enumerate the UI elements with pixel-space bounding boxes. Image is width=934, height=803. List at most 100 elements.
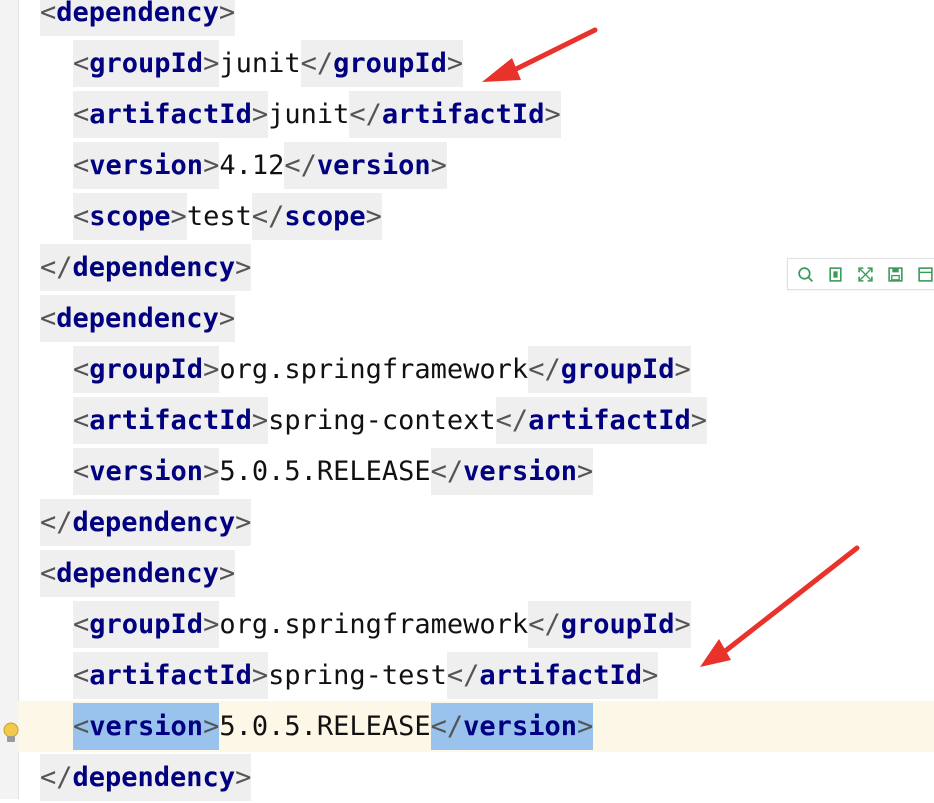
code-line[interactable]: <version>5.0.5.RELEASE</version> xyxy=(18,446,934,497)
toolbar-button-copy[interactable] xyxy=(822,262,848,286)
code-line[interactable]: <groupId>org.springframework</groupId> xyxy=(18,599,934,650)
toolbar-button-save[interactable] xyxy=(882,262,908,286)
code-line[interactable]: <artifactId>spring-test</artifactId> xyxy=(18,650,934,701)
code-line[interactable]: <groupId>org.springframework</groupId> xyxy=(18,344,934,395)
open-tag: <groupId> xyxy=(73,601,220,648)
tag-name: groupId xyxy=(333,48,447,79)
tag-name: artifactId xyxy=(479,660,642,691)
open-tag: <artifactId> xyxy=(73,91,269,138)
code-content: <artifactId>junit</artifactId> xyxy=(73,89,561,140)
code-line[interactable]: <artifactId>junit</artifactId> xyxy=(18,89,934,140)
code-content: <version>5.0.5.RELEASE</version> xyxy=(73,701,594,752)
close-tag: </artifactId> xyxy=(349,91,561,138)
tag-value: 4.12 xyxy=(219,150,285,181)
code-content: <groupId>org.springframework</groupId> xyxy=(73,344,691,395)
editor-gutter xyxy=(0,0,19,799)
tag-name: dependency xyxy=(56,303,219,334)
open-tag: <scope> xyxy=(73,193,187,240)
tag-name: dependency xyxy=(56,0,219,28)
tag-name: version xyxy=(463,711,577,742)
code-content: <version>4.12</version> xyxy=(73,140,447,191)
copy-icon xyxy=(827,266,844,283)
open-tag: <dependency> xyxy=(40,550,236,597)
lightbulb-icon[interactable] xyxy=(2,711,20,742)
tag-value: org.springframework xyxy=(219,609,529,640)
tag-value: 5.0.5.RELEASE xyxy=(219,711,431,742)
tag-value: 5.0.5.RELEASE xyxy=(219,456,431,487)
close-tag: </version> xyxy=(430,448,594,495)
code-content: <scope>test</scope> xyxy=(73,191,382,242)
tag-name: artifactId xyxy=(528,405,691,436)
open-tag: <version> xyxy=(73,142,220,189)
tag-value: junit xyxy=(268,99,350,130)
open-tag: <artifactId> xyxy=(73,652,269,699)
code-line[interactable]: <version>5.0.5.RELEASE</version> xyxy=(3,701,934,752)
close-tag: </groupId> xyxy=(300,40,464,87)
close-tag: </artifactId> xyxy=(446,652,659,699)
tag-name: scope xyxy=(89,201,171,232)
code-content: <artifactId>spring-test</artifactId> xyxy=(73,650,659,701)
code-content: <dependency> xyxy=(40,293,236,344)
code-content: <dependency> xyxy=(40,548,236,599)
tag-value: spring-test xyxy=(268,660,447,691)
code-line[interactable]: <version>4.12</version> xyxy=(18,140,934,191)
close-tag: </scope> xyxy=(251,193,382,240)
code-content: </dependency> xyxy=(40,497,252,548)
tag-name: groupId xyxy=(560,354,675,385)
tag-name: artifactId xyxy=(381,99,545,130)
tag-name: groupId xyxy=(89,354,204,385)
tag-name: dependency xyxy=(72,252,236,283)
code-line[interactable]: <dependency> xyxy=(18,293,934,344)
tag-name: version xyxy=(463,456,577,487)
code-line[interactable]: <artifactId>spring-context</artifactId> xyxy=(18,395,934,446)
close-tag: </version> xyxy=(284,142,447,189)
open-tag: <dependency> xyxy=(40,0,236,36)
panel-icon xyxy=(917,266,934,283)
close-tag: </artifactId> xyxy=(495,397,708,444)
expand-icon xyxy=(857,266,874,283)
floating-toolbar xyxy=(787,258,934,290)
tag-name: dependency xyxy=(72,507,236,538)
close-tag: </groupId> xyxy=(528,346,691,393)
code-content: <groupId>org.springframework</groupId> xyxy=(73,599,691,650)
close-tag: </dependency> xyxy=(40,499,252,546)
code-line[interactable]: <groupId>junit</groupId> xyxy=(18,38,934,89)
code-line[interactable]: <scope>test</scope> xyxy=(18,191,934,242)
toolbar-button-expand[interactable] xyxy=(852,262,878,286)
tag-name: version xyxy=(89,150,204,181)
save-icon xyxy=(887,266,904,283)
close-tag: </dependency> xyxy=(40,244,252,291)
code-line[interactable]: <dependency> xyxy=(18,0,934,38)
tag-name: dependency xyxy=(72,762,236,793)
search-icon xyxy=(797,266,814,283)
tag-name: version xyxy=(89,711,204,742)
open-tag: <version> xyxy=(73,448,220,495)
code-content: <dependency> xyxy=(40,0,236,38)
open-tag: <groupId> xyxy=(73,40,220,87)
tag-value: test xyxy=(186,201,252,232)
tag-name: version xyxy=(89,456,204,487)
code-content: <version>5.0.5.RELEASE</version> xyxy=(73,446,594,497)
code-content: <groupId>junit</groupId> xyxy=(73,38,464,89)
tag-name: artifactId xyxy=(89,99,252,130)
code-line[interactable]: <dependency> xyxy=(18,548,934,599)
tag-value: org.springframework xyxy=(219,354,529,385)
code-editor[interactable]: <dependency> <groupId>junit</groupId> <art… xyxy=(3,0,934,801)
tag-name: artifactId xyxy=(89,660,252,691)
tag-value: spring-context xyxy=(268,405,496,436)
tag-name: groupId xyxy=(560,609,675,640)
open-tag: <groupId> xyxy=(73,346,220,393)
tag-name: version xyxy=(316,150,431,181)
toolbar-button-search[interactable] xyxy=(792,262,818,286)
code-content: <artifactId>spring-context</artifactId> xyxy=(73,395,708,446)
toolbar-button-panel[interactable] xyxy=(912,262,934,286)
open-tag: <version> xyxy=(73,703,220,750)
code-content: </dependency> xyxy=(40,242,252,293)
code-line[interactable]: </dependency> xyxy=(18,752,934,803)
code-line[interactable]: </dependency> xyxy=(18,497,934,548)
tag-value: junit xyxy=(219,48,301,79)
close-tag: </groupId> xyxy=(528,601,691,648)
close-tag: </dependency> xyxy=(40,754,252,801)
tag-name: groupId xyxy=(89,609,204,640)
tag-name: artifactId xyxy=(89,405,252,436)
